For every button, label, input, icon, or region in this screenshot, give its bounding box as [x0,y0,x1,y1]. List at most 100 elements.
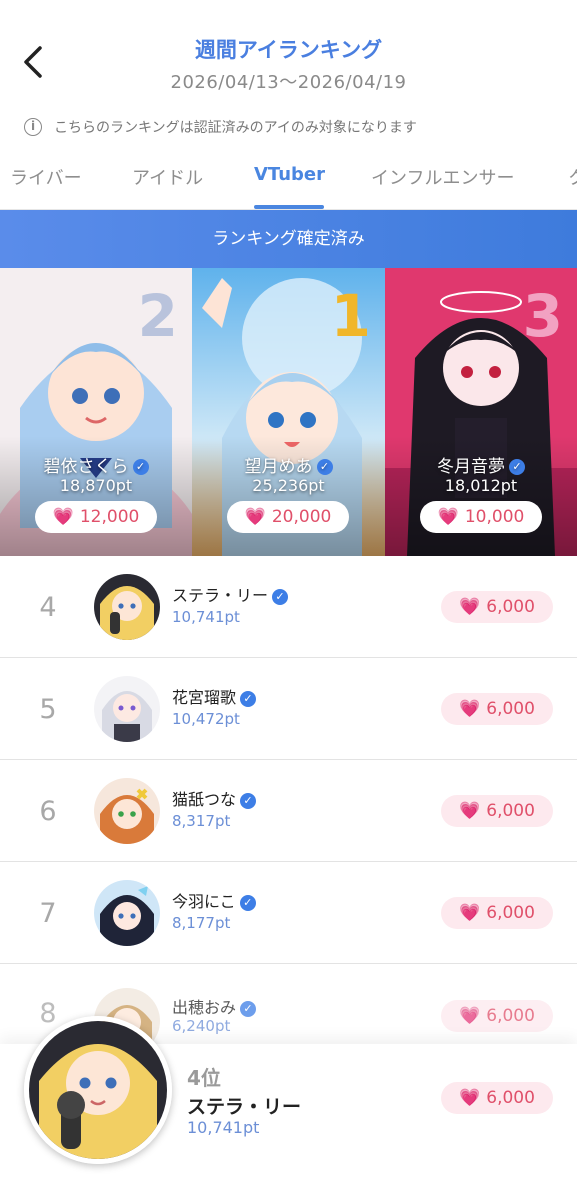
my-avatar [24,1016,172,1164]
podium-rank-2[interactable]: 2 碧依さくら ✓ 18,870pt 💗 12,000 [0,268,192,556]
ranking-row[interactable]: 7 今羽にこ ✓ 8,177pt 💗 6,000 [0,862,577,964]
name: 出穂おみ ✓ [172,994,257,1018]
podium-points: 18,012pt [444,476,518,495]
podium-name-text: 望月めあ [244,457,313,477]
podium-points: 25,236pt [252,476,325,495]
reward-badge: 💗 12,000 [35,501,157,533]
my-points: 10,741pt [187,1118,260,1137]
avatar-art [94,778,160,844]
name-text: ステラ・リー [172,586,269,605]
heart-icon: 💗 [459,699,481,719]
reward-amount: 20,000 [271,507,332,527]
podium-name: 冬月音夢 ✓ [385,452,577,477]
tab-liver[interactable]: ライバー [10,164,82,190]
verified-icon: ✓ [509,459,525,475]
avatar [94,880,160,946]
name: 花宮瑠歌 ✓ [172,684,257,708]
tab-vtuber[interactable]: VTuber [254,164,325,185]
podium-name-text: 碧依さくら [43,457,129,477]
reward-amount: 10,000 [464,507,525,527]
rank-number: 2 [137,282,178,350]
header: 週間アイランキング 2026/04/13〜2026/04/19 [0,0,577,110]
avatar-art [94,574,160,640]
my-rank-bar[interactable]: 4位 ステラ・リー 10,741pt 💗 6,000 [0,1016,577,1200]
reward-badge: 💗 6,000 [441,897,553,929]
avatar [94,778,160,844]
reward-amount: 6,000 [486,597,535,617]
podium-points: 18,870pt [59,476,133,495]
verified-icon: ✓ [272,588,289,605]
tab-idol[interactable]: アイドル [132,164,203,190]
podium-name: 碧依さくら ✓ [0,452,192,477]
rank-number: 8 [39,998,57,1029]
rank-number: 4 [39,592,57,623]
reward-badge: 💗 6,000 [441,1082,553,1114]
name: ステラ・リー ✓ [172,582,289,606]
ranking-row[interactable]: 4 ステラ・リー ✓ 10,741pt 💗 6,000 [0,556,577,658]
category-tabs: ライバー アイドル VTuber インフルエンサー ク [0,152,577,210]
podium-name-text: 冬月音夢 [437,457,505,477]
rank-number: 1 [330,282,371,350]
reward-badge: 💗 10,000 [420,501,542,533]
heart-icon: 💗 [459,1006,481,1026]
heart-icon: 💗 [459,801,481,821]
avatar-art [94,880,160,946]
points: 6,240pt [172,1017,231,1035]
verified-icon: ✓ [240,690,257,707]
rank-number: 3 [522,282,563,350]
rank-number: 6 [39,796,57,827]
verified-icon: ✓ [240,792,257,809]
my-name: ステラ・リー [187,1096,302,1118]
heart-icon: 💗 [459,597,481,617]
tab-influencer[interactable]: インフルエンサー [371,164,514,190]
name-text: 猫舐つな [172,790,237,809]
reward-amount: 6,000 [486,903,535,923]
reward-amount: 6,000 [486,699,535,719]
name: 今羽にこ ✓ [172,888,256,912]
points: 10,472pt [172,710,240,728]
points: 10,741pt [172,608,240,626]
rank-number: 5 [39,694,57,725]
status-banner: ランキング確定済み [0,210,577,268]
heart-icon: 💗 [244,507,266,527]
reward-badge: 💗 6,000 [441,795,553,827]
reward-badge: 💗 6,000 [441,693,553,725]
avatar-art [29,1021,167,1159]
reward-amount: 6,000 [486,801,535,821]
name-text: 花宮瑠歌 [172,688,237,707]
date-range: 2026/04/13〜2026/04/19 [170,72,407,93]
ranking-row[interactable]: 6 猫舐つな ✓ 8,317pt 💗 6,000 [0,760,577,862]
heart-icon: 💗 [437,507,459,527]
name: 猫舐つな ✓ [172,786,257,810]
ranking-row[interactable]: 5 花宮瑠歌 ✓ 10,472pt 💗 6,000 [0,658,577,760]
notice-text: こちらのランキングは認証済みのアイのみ対象になります [54,120,417,136]
tab-cut-off[interactable]: ク [568,164,577,190]
name-text: 出穂おみ [172,998,237,1017]
verified-icon: ✓ [240,1000,257,1017]
reward-badge: 💗 6,000 [441,1000,553,1032]
podium-name: 望月めあ ✓ [192,452,385,477]
points: 8,177pt [172,914,231,932]
reward-amount: 12,000 [79,507,140,527]
avatar [94,676,160,742]
reward-amount: 6,000 [486,1006,535,1026]
notice: i こちらのランキングは認証済みのアイのみ対象になります [24,116,417,138]
avatar [94,574,160,640]
reward-amount: 6,000 [486,1088,535,1108]
name-text: 今羽にこ [172,892,236,911]
verified-icon: ✓ [239,894,256,911]
active-tab-indicator [254,205,324,209]
heart-icon: 💗 [52,507,74,527]
verified-icon: ✓ [132,459,149,475]
avatar-art [94,676,160,742]
page-title: 週間アイランキング [194,38,383,62]
heart-icon: 💗 [459,1088,481,1108]
reward-badge: 💗 20,000 [227,501,349,533]
podium-rank-3[interactable]: 3 冬月音夢 ✓ 18,012pt 💗 10,000 [385,268,577,556]
my-rank-label: 4位 [187,1066,221,1090]
podium-rank-1[interactable]: 1 望月めあ ✓ 25,236pt 💗 20,000 [192,268,385,556]
podium: 2 碧依さくら ✓ 18,870pt 💗 12,000 1 望月めあ ✓ 25,… [0,268,577,556]
rank-number: 7 [39,898,57,929]
points: 8,317pt [172,812,231,830]
verified-icon: ✓ [316,459,333,475]
